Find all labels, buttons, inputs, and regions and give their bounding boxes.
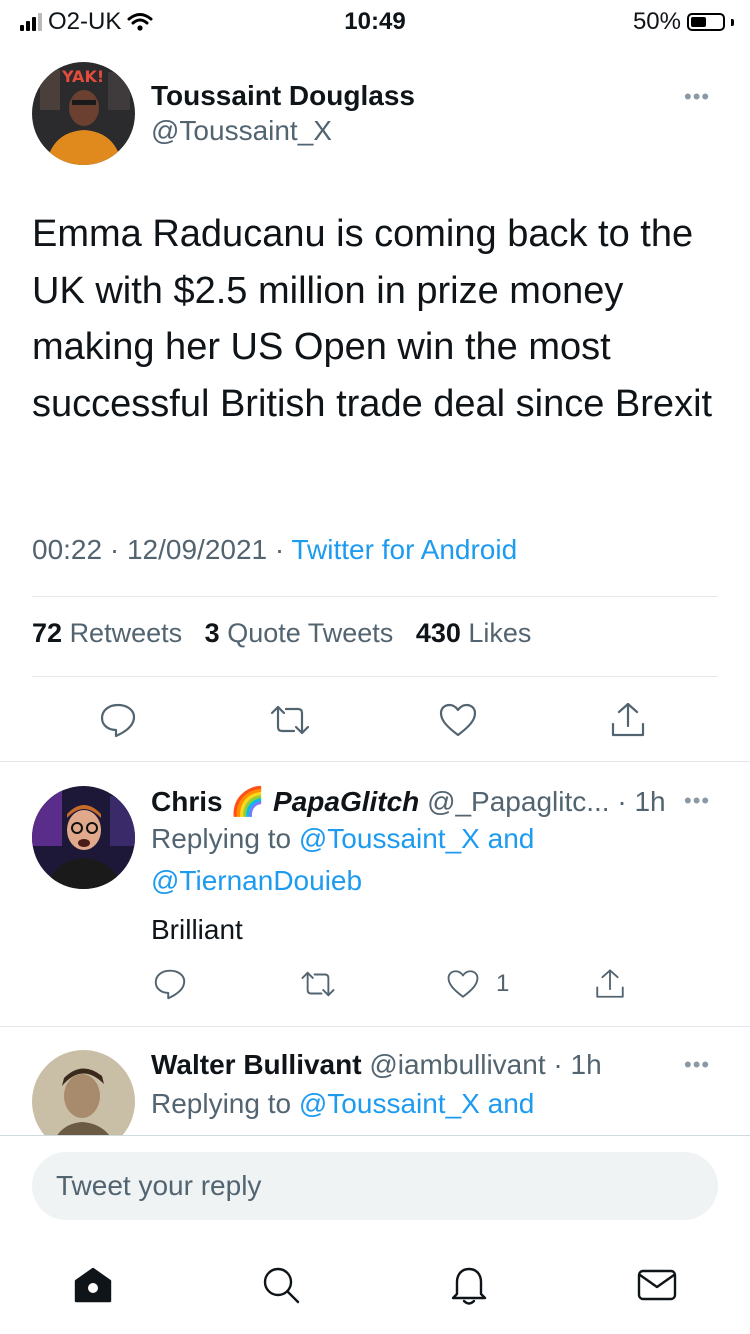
mention-link[interactable]: @Toussaint_X (299, 823, 480, 854)
rainbow-emoji-icon: 🌈 (230, 786, 266, 817)
share-icon (611, 702, 645, 737)
reply-button[interactable] (96, 698, 140, 742)
quote-tweets-stat[interactable]: 3 Quote Tweets (205, 618, 394, 648)
more-options-icon[interactable]: ••• (684, 84, 710, 110)
status-bar: O2-UK 10:49 50% (0, 0, 750, 40)
battery-percent: 50% (632, 8, 681, 35)
mention-link[interactable]: @TiernanDouieb (151, 865, 362, 896)
reply-icon (100, 703, 136, 738)
battery-icon (687, 13, 725, 31)
reply-like-button[interactable] (443, 964, 483, 1004)
like-button[interactable] (436, 698, 480, 742)
reply-age: · 1h (617, 786, 666, 817)
heart-icon (447, 970, 479, 998)
replying-to: Replying to @Toussaint_X and (151, 1088, 535, 1119)
reply-reply-button[interactable] (150, 964, 190, 1004)
reply-retweet-button[interactable] (296, 964, 340, 1004)
divider (32, 676, 718, 677)
reply-author-handle[interactable]: @_Papaglitc... (427, 786, 610, 817)
tweet-text: Emma Raducanu is coming back to the UK w… (32, 213, 713, 425)
tab-search[interactable] (258, 1262, 304, 1308)
divider (0, 761, 750, 762)
tab-notifications[interactable] (446, 1262, 492, 1308)
tab-messages[interactable] (634, 1262, 680, 1308)
reply-age: · 1h (553, 1049, 602, 1080)
notifications-icon (451, 1267, 487, 1305)
reply-text: Brilliant (151, 914, 243, 945)
author-avatar[interactable]: YAK! (32, 62, 135, 165)
retweet-button[interactable] (266, 698, 314, 742)
retweet-icon (270, 705, 310, 735)
tweet-stats: 72 Retweets 3 Quote Tweets 430 Likes (32, 618, 531, 649)
reply-avatar[interactable] (32, 786, 135, 889)
reply-icon (154, 969, 186, 1000)
reply-author-name[interactable]: Walter Bullivant (151, 1049, 362, 1080)
reply-header: Walter Bullivant @iambullivant · 1h (151, 1049, 602, 1081)
reply-share-button[interactable] (590, 964, 630, 1004)
reply-author-handle[interactable]: @iambullivant (369, 1049, 545, 1080)
tweet-date: 12/09/2021 (126, 534, 268, 565)
retweet-icon (301, 971, 335, 997)
reply-compose-input[interactable]: Tweet your reply (32, 1152, 718, 1220)
battery-info: 50% (633, 8, 734, 36)
mention-link[interactable]: @Toussaint_X (299, 1088, 480, 1119)
reply-author-name[interactable]: Chris (151, 786, 223, 817)
tab-home[interactable] (70, 1262, 116, 1308)
divider (0, 1026, 750, 1027)
reply-more-options-icon[interactable]: ••• (684, 1052, 710, 1078)
divider (0, 1135, 750, 1136)
meta-separator: · (109, 534, 120, 565)
reply-header: Chris 🌈 PapaGlitch @_Papaglitc... · 1h (151, 785, 666, 818)
share-button[interactable] (606, 698, 650, 742)
tweet-meta: 00:22 · 12/09/2021 · Twitter for Android (32, 534, 517, 566)
divider (32, 596, 718, 597)
author-name[interactable]: Toussaint Douglass (151, 80, 415, 112)
share-icon (596, 969, 624, 998)
retweets-stat[interactable]: 72 Retweets (32, 618, 182, 648)
home-icon (74, 1267, 112, 1303)
meta-separator: · (274, 534, 285, 565)
likes-stat[interactable]: 430 Likes (416, 618, 532, 648)
reply-more-options-icon[interactable]: ••• (684, 788, 710, 814)
tweet-source-link[interactable]: Twitter for Android (292, 534, 518, 565)
search-icon (263, 1267, 300, 1304)
svg-text:YAK!: YAK! (61, 67, 104, 86)
reply-2-clip: Walter Bullivant @iambullivant · 1h ••• … (0, 1030, 750, 1135)
heart-icon (439, 703, 477, 737)
reply-like-count: 1 (496, 970, 510, 997)
reply-author-display-extra[interactable]: PapaGlitch (273, 786, 419, 817)
author-handle[interactable]: @Toussaint_X (151, 115, 332, 147)
replying-to: Replying to @Toussaint_X and @TiernanDou… (151, 823, 535, 896)
tweet-time: 00:22 (32, 534, 103, 565)
messages-icon (637, 1269, 677, 1301)
reply-avatar[interactable] (32, 1050, 135, 1135)
